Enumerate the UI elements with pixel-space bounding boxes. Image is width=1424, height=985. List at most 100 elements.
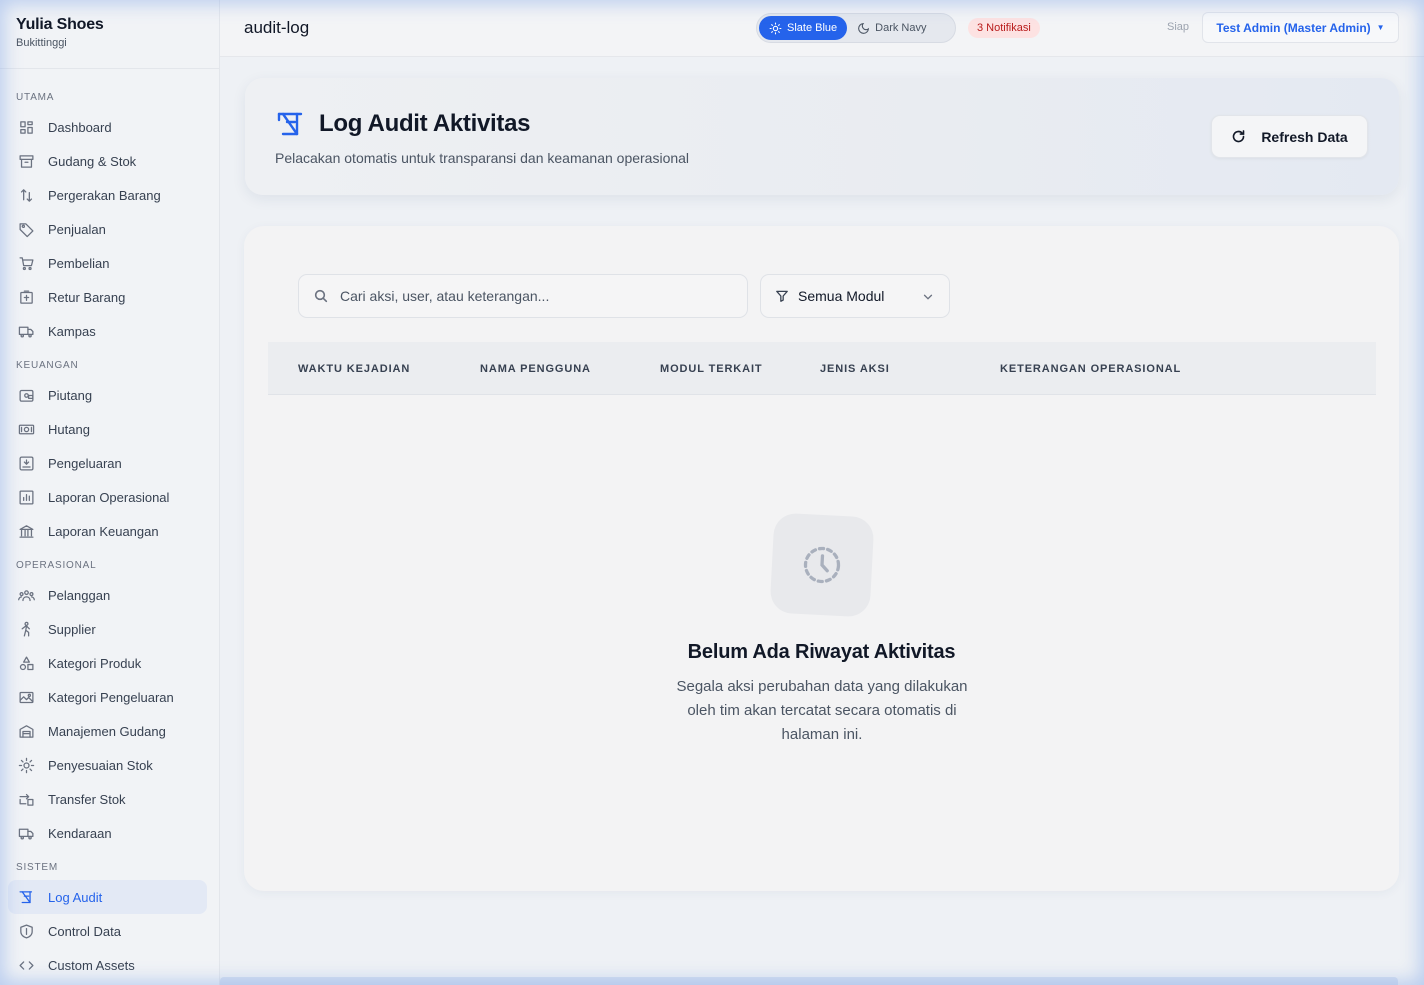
theme-toggle: Slate Blue Dark Navy: [756, 13, 956, 43]
wallet-icon: [18, 389, 34, 402]
sidebar-section-keuangan: KEUANGAN: [16, 360, 79, 371]
refresh-data-button[interactable]: Refresh Data: [1211, 115, 1368, 158]
sidebar-item-kategori-produk[interactable]: Kategori Produk: [8, 646, 207, 680]
sidebar-item-gudang-stok[interactable]: Gudang & Stok: [8, 144, 207, 178]
sidebar-item-pelanggan[interactable]: Pelanggan: [8, 578, 207, 612]
sidebar-item-pergerakan-barang[interactable]: Pergerakan Barang: [8, 178, 207, 212]
column-header-description[interactable]: KETERANGAN OPERASIONAL: [1000, 363, 1181, 375]
sidebar-item-icon: [17, 454, 35, 472]
sidebar-item-icon: [17, 152, 35, 170]
page-slug: audit-log: [244, 18, 310, 37]
chart-icon: [18, 489, 34, 505]
empty-state-title: Belum Ada Riwayat Aktivitas: [687, 641, 956, 663]
sidebar: Yulia Shoes Bukittinggi UTAMA Dashboard Gu…: [0, 0, 220, 985]
empty-state-icon-box: [769, 512, 875, 618]
empty-state-description: Segala aksi perubahan data yang dilakuka…: [676, 678, 968, 743]
sidebar-item-label: Piutang: [48, 387, 93, 403]
sidebar-item-icon: [17, 956, 35, 974]
chevron-down-icon: [923, 294, 933, 300]
sidebar-item-icon: [17, 488, 35, 506]
sidebar-item-laporan-keuangan[interactable]: Laporan Keuangan: [8, 514, 207, 548]
sidebar-item-penyesuaian-stok[interactable]: Penyesuaian Stok: [8, 748, 207, 782]
sidebar-item-label: Kategori Produk: [48, 655, 142, 671]
sidebar-item-label: Pembelian: [48, 255, 110, 271]
column-header-user[interactable]: NAMA PENGGUNA: [480, 363, 591, 375]
sidebar-item-pengeluaran[interactable]: Pengeluaran: [8, 446, 207, 480]
sidebar-item-label: Gudang & Stok: [48, 153, 137, 169]
sidebar-item-kendaraan[interactable]: Kendaraan: [8, 816, 207, 850]
sidebar-item-icon: [17, 824, 35, 842]
shield-icon: [19, 923, 33, 939]
sidebar-item-kategori-pengeluaran[interactable]: Kategori Pengeluaran: [8, 680, 207, 714]
sidebar-item-dashboard[interactable]: Dashboard: [8, 110, 207, 144]
sidebar-item-hutang[interactable]: Hutang: [8, 412, 207, 446]
expense-icon: [18, 455, 34, 471]
page-subtitle: Pelacakan otomatis untuk transparansi da…: [275, 150, 690, 166]
tag-icon: [18, 222, 34, 237]
sidebar-item-kampas[interactable]: Kampas: [8, 314, 207, 348]
column-header-action[interactable]: JENIS AKSI: [820, 363, 890, 375]
page-header-card: Log Audit Aktivitas Pelacakan otomatis u…: [245, 78, 1399, 195]
sidebar-item-log-audit[interactable]: Log Audit: [8, 880, 207, 914]
audit-log-card: Semua Modul WAKTU KEJADIAN NAMA PENGGUNA…: [244, 226, 1399, 891]
theme-slate-blue-button[interactable]: Slate Blue: [759, 16, 848, 40]
sidebar-item-pembelian[interactable]: Pembelian: [8, 246, 207, 280]
sidebar-item-label: Custom Assets: [48, 957, 135, 973]
table-header: WAKTU KEJADIAN NAMA PENGGUNA MODUL TERKA…: [268, 342, 1376, 395]
sidebar-item-manajemen-gudang[interactable]: Manajemen Gudang: [8, 714, 207, 748]
grid-icon: [19, 120, 33, 134]
sidebar-section-operasional: OPERASIONAL: [16, 560, 97, 571]
theme-slate-blue-label: Slate Blue: [787, 22, 838, 34]
sidebar-item-icon: [17, 654, 35, 672]
sidebar-item-icon: [17, 620, 35, 638]
sidebar-item-piutang[interactable]: Piutang: [8, 378, 207, 412]
theme-dark-navy-label: Dark Navy: [875, 22, 927, 34]
sidebar-section-sistem: SISTEM: [16, 862, 59, 873]
topbar: audit-log Slate Blue Dark Navy 3 Notifik…: [220, 0, 1424, 57]
column-header-time[interactable]: WAKTU KEJADIAN: [298, 363, 410, 375]
sidebar-item-label: Transfer Stok: [48, 791, 126, 807]
sidebar-item-icon: [17, 522, 35, 540]
sidebar-item-label: Pelanggan: [48, 587, 111, 603]
shapes-icon: [19, 655, 34, 670]
sidebar-item-penjualan[interactable]: Penjualan: [8, 212, 207, 246]
sidebar-item-laporan-operasional[interactable]: Laporan Operasional: [8, 480, 207, 514]
horizontal-scrollbar[interactable]: [220, 977, 1398, 985]
search-input[interactable]: [340, 288, 730, 304]
column-header-module[interactable]: MODUL TERKAIT: [660, 363, 763, 375]
bank-icon: [18, 524, 34, 538]
sidebar-item-label: Control Data: [48, 923, 121, 939]
sidebar-item-label: Kampas: [48, 323, 96, 339]
theme-dark-navy-button[interactable]: Dark Navy: [847, 16, 936, 40]
module-filter-value: Semua Modul: [798, 288, 885, 304]
sidebar-item-label: Manajemen Gudang: [48, 723, 166, 739]
filter-icon: [776, 290, 788, 302]
supplier-icon: [21, 621, 30, 637]
sidebar-item-icon: [17, 420, 35, 438]
sidebar-item-label: Hutang: [48, 421, 90, 437]
sidebar-item-icon: [17, 790, 35, 808]
search-icon: [314, 289, 328, 303]
sidebar-item-transfer-stok[interactable]: Transfer Stok: [8, 782, 207, 816]
cart-icon: [18, 256, 34, 270]
sidebar-item-custom-assets[interactable]: Custom Assets: [8, 948, 207, 982]
sidebar-item-icon: [17, 722, 35, 740]
sun-icon: [769, 22, 782, 34]
sidebar-item-retur-barang[interactable]: Retur Barang: [8, 280, 207, 314]
notification-badge[interactable]: 3 Notifikasi: [968, 18, 1040, 38]
sidebar-item-label: Laporan Keuangan: [48, 523, 159, 539]
money-icon: [18, 424, 34, 434]
module-filter-select[interactable]: Semua Modul: [760, 274, 950, 318]
search-box: [298, 274, 748, 318]
sidebar-item-label: Dashboard: [48, 119, 112, 135]
brand-name: Yulia Shoes: [16, 16, 104, 33]
sidebar-item-icon: [17, 254, 35, 272]
clock-history-icon: [803, 546, 841, 584]
sidebar-item-control-data[interactable]: Control Data: [8, 914, 207, 948]
sidebar-item-supplier[interactable]: Supplier: [8, 612, 207, 646]
user-name: Test Admin (Master Admin): [1216, 20, 1371, 35]
user-menu-button[interactable]: Test Admin (Master Admin) ▼: [1202, 12, 1399, 43]
transfer-icon: [18, 793, 34, 806]
warehouse-icon: [18, 724, 34, 738]
page-title: Log Audit Aktivitas: [319, 110, 531, 137]
